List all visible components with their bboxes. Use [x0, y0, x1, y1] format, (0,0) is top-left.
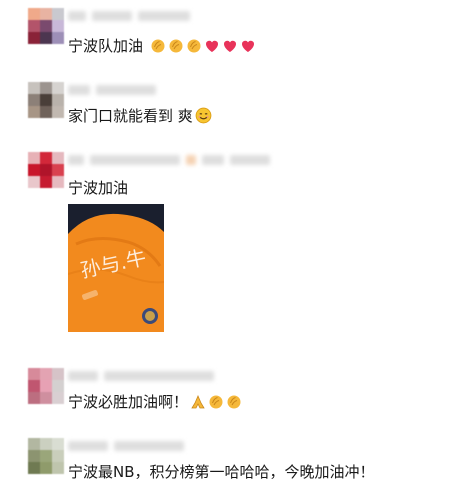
comment-text-1: 宁波队加油 — [68, 37, 144, 55]
pray-icon — [190, 394, 206, 415]
comment-text-2: 家门口就能看到 爽 — [68, 107, 193, 125]
comment-text: 宁波必胜加油啊！ — [68, 392, 242, 415]
clap-icon — [208, 394, 224, 415]
comment-text: 宁波最NB，积分榜第一哈哈哈，今晚加油冲！ — [68, 462, 375, 482]
username[interactable] — [68, 154, 270, 166]
comment-text: 宁波加油 — [68, 178, 128, 198]
clap-icon — [168, 38, 184, 59]
heart-icon — [240, 38, 256, 59]
smile-icon — [195, 107, 212, 129]
avatar[interactable] — [28, 368, 64, 404]
heart-icon — [204, 38, 220, 59]
avatar[interactable] — [28, 8, 64, 44]
avatar[interactable] — [28, 82, 64, 118]
clap-icon — [186, 38, 202, 59]
clap-icon — [226, 394, 242, 415]
heart-icon — [222, 38, 238, 59]
clap-icon — [150, 38, 166, 59]
comment-text-3: 宁波加油 — [68, 179, 129, 197]
username[interactable] — [68, 440, 184, 452]
username[interactable] — [68, 370, 214, 382]
avatar[interactable] — [28, 152, 64, 188]
comment-text-4: 宁波必胜加油啊！ — [68, 393, 189, 411]
orange-jersey-photo[interactable]: 孙与.牛 — [68, 204, 164, 332]
username[interactable] — [68, 84, 156, 96]
username[interactable] — [68, 10, 190, 22]
comment-text-5: 宁波最NB，积分榜第一哈哈哈，今晚加油冲！ — [68, 463, 375, 481]
avatar[interactable] — [28, 438, 64, 474]
comment-text: 宁波队加油 — [68, 36, 256, 59]
comment-text: 家门口就能看到 爽 — [68, 106, 212, 129]
